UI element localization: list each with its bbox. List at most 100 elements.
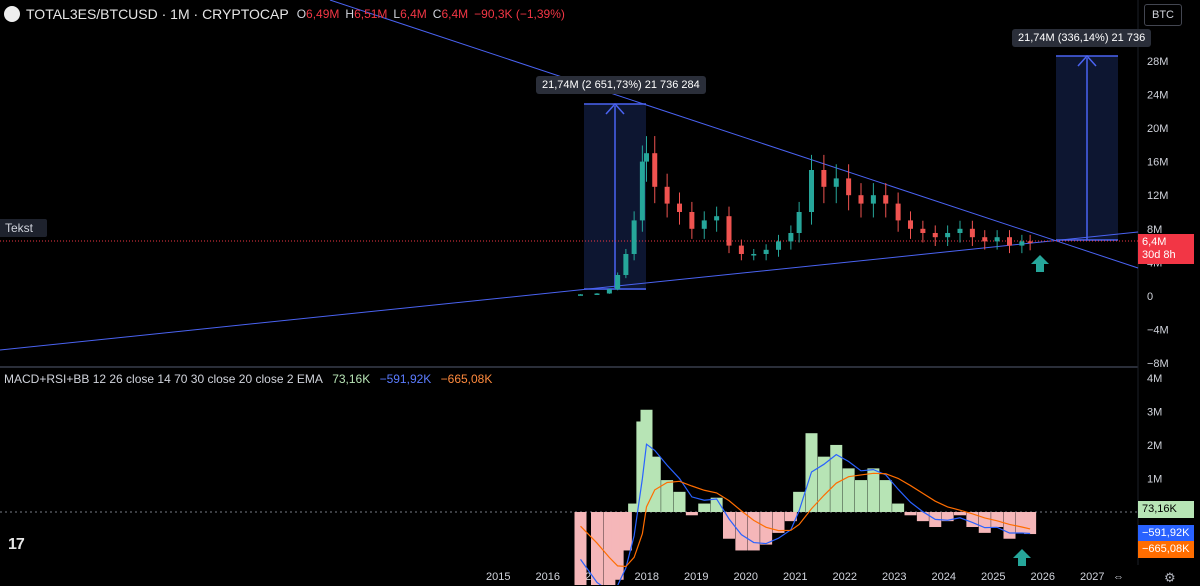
- currency-button[interactable]: BTC: [1144, 4, 1182, 26]
- candle-body: [982, 237, 988, 242]
- time-axis-tick: 2025: [981, 571, 1005, 583]
- candle-body: [644, 153, 649, 162]
- candle-body: [895, 203, 901, 221]
- candle-body: [796, 212, 802, 233]
- time-axis-tick: 2024: [932, 571, 956, 583]
- measure-label-right[interactable]: 21,74M (336,14%) 21 736: [1012, 29, 1152, 47]
- open-value: 6,49M: [306, 7, 340, 21]
- change-value: −90,3K (−1,39%): [474, 7, 565, 21]
- symbol-header: TOTAL3ES/BTCUSD · 1M · CRYPTOCAP O 6,49M …: [4, 4, 571, 24]
- macd-hist-bar: [867, 468, 880, 512]
- time-axis-tick: 2023: [882, 571, 906, 583]
- candle-body: [714, 216, 720, 221]
- macd-hist-bar: [673, 491, 686, 512]
- candle-body: [1007, 237, 1012, 246]
- candle-body: [945, 233, 951, 238]
- candle-body: [1027, 241, 1033, 243]
- price-axis-tick: 20M: [1147, 123, 1168, 135]
- macd-hist-bar: [904, 512, 917, 516]
- last-price-label: 6,4M 30d 8h: [1138, 234, 1194, 264]
- candle-body: [677, 203, 682, 212]
- symbol-logo[interactable]: [4, 6, 20, 22]
- candle-body: [639, 161, 645, 221]
- price-axis-tick: −4M: [1147, 325, 1169, 337]
- macd-legend[interactable]: MACD+RSI+BB 12 26 close 14 70 30 close 2…: [4, 372, 492, 386]
- calendar-range-icon[interactable]: ⇔: [1113, 571, 1124, 583]
- candle-body: [994, 237, 1000, 242]
- time-axis-tick: 2020: [734, 571, 758, 583]
- macd-hist-bar: [879, 480, 892, 512]
- macd-axis-tick: 4M: [1147, 373, 1162, 385]
- price-axis-tick: −8M: [1147, 358, 1169, 370]
- macd-line-value: −591,92K: [379, 372, 432, 386]
- macd-hist-bar: [648, 456, 661, 512]
- candle-body: [833, 178, 839, 187]
- macd-hist-value: 73,16K: [332, 372, 371, 386]
- candle-body: [776, 241, 781, 250]
- low-key: L: [393, 7, 401, 21]
- candle-body: [883, 195, 889, 204]
- candle-body: [652, 153, 658, 187]
- price-axis-tick: 0: [1147, 291, 1153, 303]
- time-axis-tick: 2026: [1031, 571, 1055, 583]
- candle-body: [846, 178, 852, 196]
- low-value: 6,4M: [400, 7, 427, 21]
- macd-hist-bar: [723, 512, 735, 539]
- close-value: 6,4M: [441, 7, 469, 21]
- macd-hist-bar: [978, 512, 991, 533]
- candle-body: [664, 186, 670, 204]
- gear-icon[interactable]: ⚙: [1164, 570, 1176, 586]
- macd-signal-arrow-up: [1013, 549, 1031, 566]
- macd-axis-tick: 1M: [1147, 474, 1162, 486]
- macd-hist-bar: [916, 512, 929, 522]
- candle-body: [726, 216, 732, 246]
- macd-hist-bar: [574, 512, 587, 585]
- time-axis-tick: 2027: [1080, 571, 1104, 583]
- symbol-title[interactable]: TOTAL3ES/BTCUSD · 1M · CRYPTOCAP: [26, 6, 289, 22]
- candle-body: [809, 170, 814, 212]
- last-price-value: 6,4M: [1142, 236, 1167, 248]
- candle-body: [701, 220, 707, 229]
- candle-body: [615, 275, 621, 290]
- time-axis-tick: 2018: [635, 571, 659, 583]
- candle-body: [957, 228, 963, 233]
- candle-body: [870, 195, 876, 204]
- high-key: H: [345, 7, 355, 21]
- candle-body: [969, 228, 975, 238]
- macd-hist-bar: [698, 503, 711, 512]
- candle-body: [631, 220, 637, 254]
- macd-hist-bar: [1024, 512, 1037, 535]
- measure-label-left[interactable]: 21,74M (2 651,73%) 21 736 284: [536, 76, 706, 94]
- macd-hist-bar: [954, 512, 966, 516]
- time-axis-tick: 2021: [783, 571, 807, 583]
- macd-title: MACD+RSI+BB 12 26 close 14 70 30 close 2…: [4, 372, 323, 386]
- tradingview-logo[interactable]: 17: [8, 536, 25, 554]
- candle-body: [920, 228, 926, 233]
- macd-hist-bar: [685, 512, 698, 516]
- text-drawing-label[interactable]: Tekst: [0, 219, 47, 237]
- candle-body: [763, 249, 769, 254]
- bar-countdown: 30d 8h: [1142, 249, 1176, 261]
- candle-body: [623, 254, 629, 275]
- candle-body: [788, 233, 794, 242]
- price-axis-tick: 24M: [1147, 89, 1168, 101]
- open-key: O: [296, 7, 307, 21]
- close-key: C: [432, 7, 442, 21]
- price-axis-tick: 16M: [1147, 157, 1168, 169]
- macd-hist-bar: [892, 503, 905, 512]
- candle-body: [689, 212, 695, 229]
- time-axis-tick: 2022: [833, 571, 857, 583]
- price-axis-tick: 28M: [1147, 56, 1168, 68]
- candle-body: [594, 293, 600, 295]
- macd-line-label: −591,92K: [1138, 525, 1194, 542]
- candle-body: [738, 245, 744, 254]
- macd-hist-bar: [619, 512, 632, 551]
- time-axis-tick: 2016: [536, 571, 560, 583]
- macd-axis-tick: 2M: [1147, 440, 1162, 452]
- macd-hist-bar: [735, 512, 748, 551]
- high-value: 6,51M: [354, 7, 388, 21]
- macd-hist-bar: [855, 480, 867, 512]
- time-axis-tick: 2015: [486, 571, 510, 583]
- macd-axis-tick: 3M: [1147, 407, 1162, 419]
- candle-body: [821, 170, 827, 187]
